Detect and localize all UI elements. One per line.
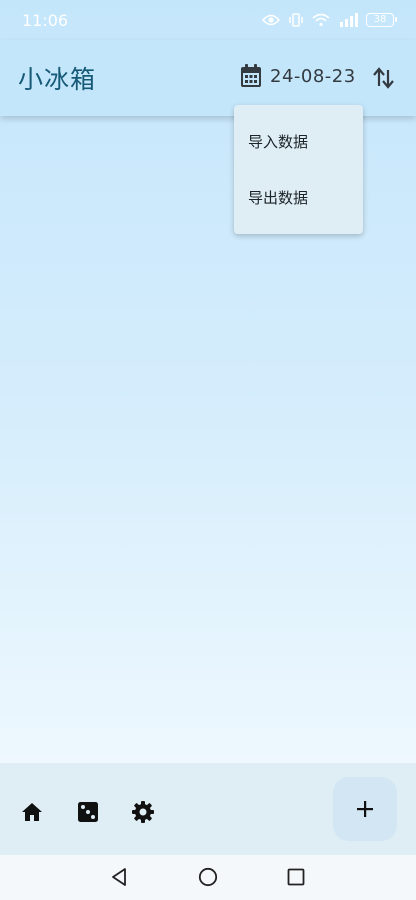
menu-item-export[interactable]: 导出数据 — [234, 169, 363, 225]
eye-icon — [262, 14, 280, 26]
app-title: 小冰箱 — [18, 65, 97, 94]
status-time: 11:06 — [22, 10, 69, 30]
vibrate-icon — [289, 13, 303, 27]
calendar-icon — [241, 64, 261, 87]
bottom-bar — [0, 763, 416, 855]
system-recents-button[interactable] — [287, 867, 305, 891]
wifi-icon — [312, 13, 330, 27]
dice-icon — [78, 802, 98, 822]
nav-settings-button[interactable] — [131, 800, 155, 824]
date-picker-button[interactable]: 24-08-23 — [240, 64, 356, 88]
nav-dice-button[interactable] — [76, 800, 100, 824]
sort-button[interactable] — [371, 64, 397, 92]
home-circle-icon — [198, 867, 218, 887]
gear-icon — [132, 801, 154, 823]
system-nav-bar — [0, 855, 416, 900]
sort-icon — [373, 67, 394, 89]
add-button[interactable] — [333, 777, 397, 841]
home-icon — [22, 803, 42, 821]
plus-icon — [357, 801, 373, 817]
status-bar: 11:06 38 — [0, 0, 416, 40]
overflow-menu: 导入数据 导出数据 — [234, 105, 363, 234]
nav-home-button[interactable] — [20, 800, 44, 824]
status-icons: 38 — [262, 13, 397, 27]
system-home-button[interactable] — [198, 867, 218, 891]
system-back-button[interactable] — [110, 867, 128, 891]
menu-item-import[interactable]: 导入数据 — [234, 113, 363, 169]
recents-icon — [287, 868, 305, 886]
back-icon — [112, 868, 126, 886]
battery-icon: 38 — [366, 13, 397, 27]
date-text: 24-08-23 — [270, 65, 356, 87]
signal-icon — [340, 13, 358, 27]
